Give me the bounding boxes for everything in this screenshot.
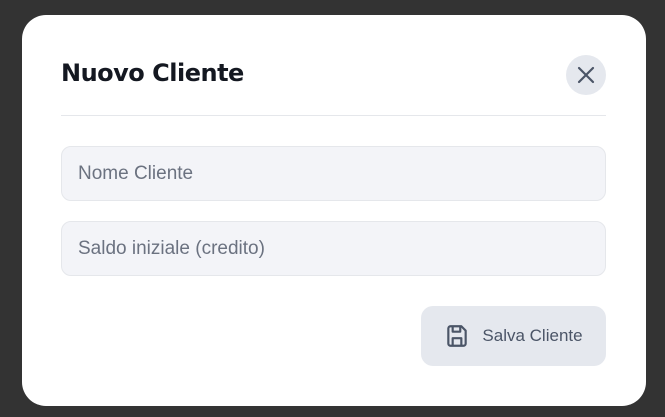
new-client-dialog: Nuovo Cliente Salva Cliente <box>22 15 646 406</box>
close-button[interactable] <box>566 55 606 95</box>
floppy-disk-icon <box>447 325 468 347</box>
client-name-field[interactable] <box>61 146 606 201</box>
initial-balance-input[interactable] <box>62 222 605 275</box>
save-client-button[interactable]: Salva Cliente <box>421 306 606 366</box>
save-client-label: Salva Cliente <box>482 326 583 345</box>
dialog-title: Nuovo Cliente <box>61 59 244 87</box>
initial-balance-field[interactable] <box>61 221 606 276</box>
divider <box>61 115 606 116</box>
x-icon <box>577 66 595 84</box>
client-name-input[interactable] <box>62 147 605 200</box>
